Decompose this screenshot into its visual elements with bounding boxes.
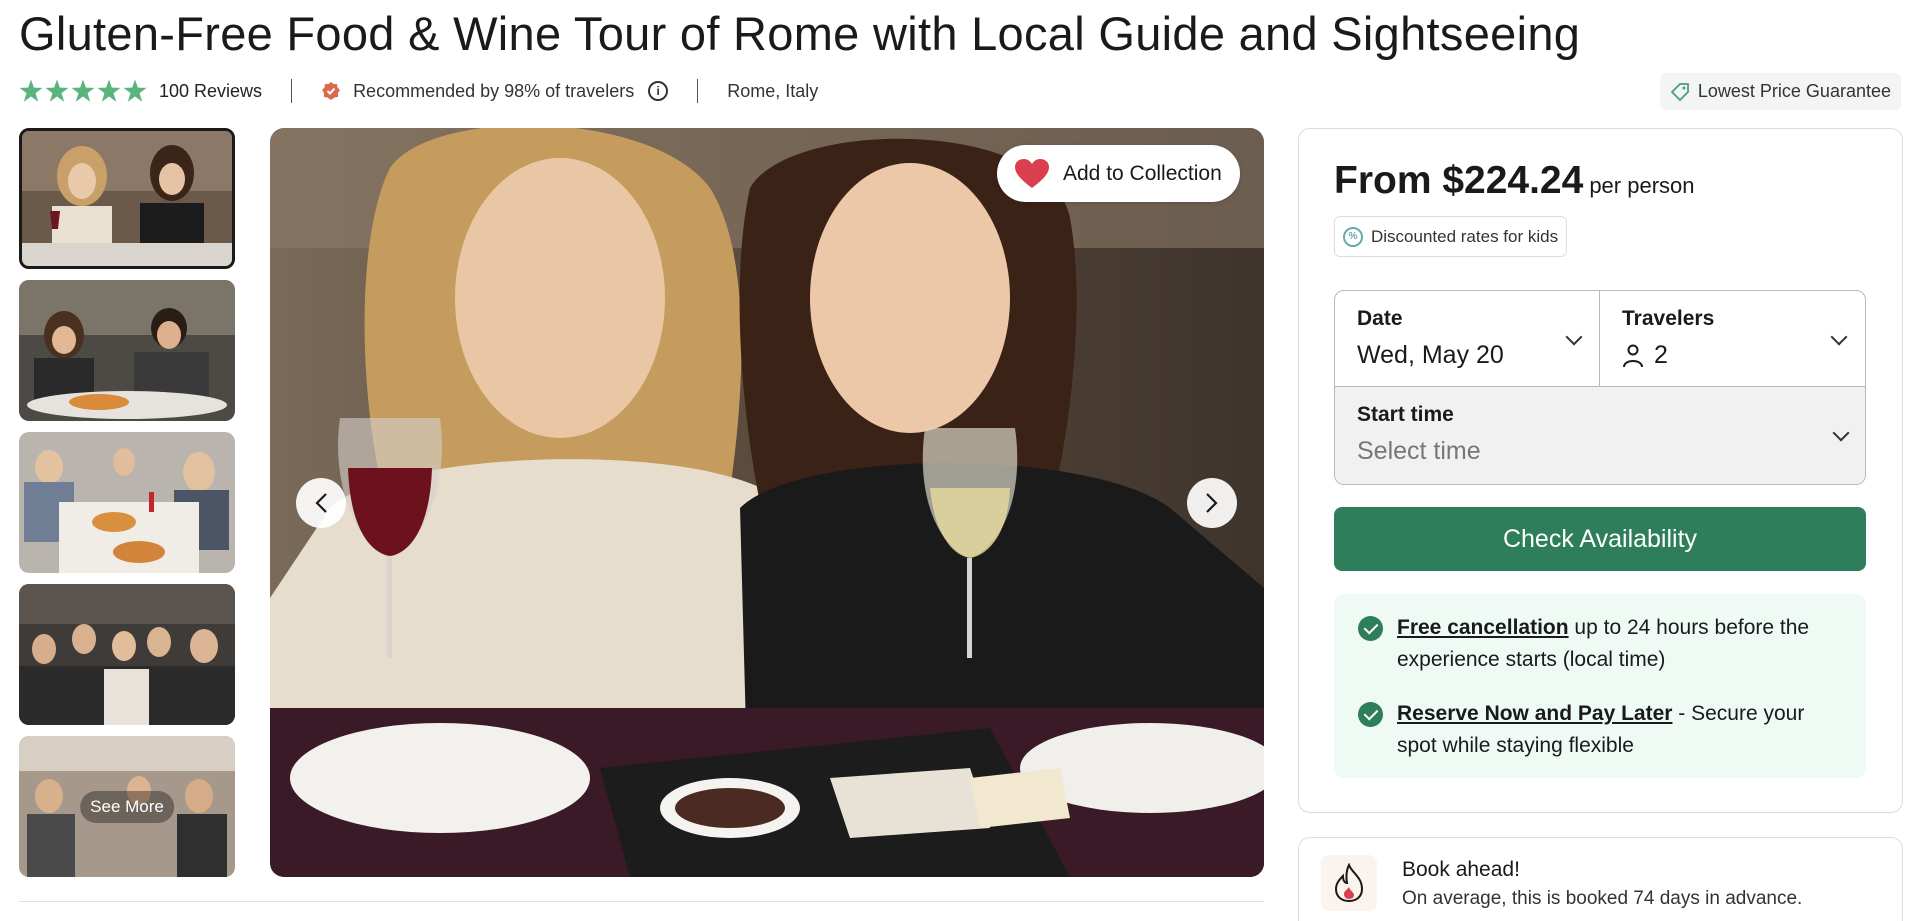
thumbnail-image xyxy=(22,131,232,266)
check-circle-icon xyxy=(1358,702,1383,727)
kids-discount-badge: % Discounted rates for kids xyxy=(1334,216,1568,257)
star-icon xyxy=(123,79,147,102)
rating-stars[interactable] xyxy=(19,79,147,103)
travelers-picker[interactable]: Travelers 2 xyxy=(1600,291,1865,387)
fire-icon xyxy=(1321,855,1377,911)
kids-discount-label: Discounted rates for kids xyxy=(1371,226,1559,246)
perk-free-cancellation: Free cancellation up to 24 hours before … xyxy=(1358,612,1848,676)
date-picker[interactable]: Date Wed, May 20 xyxy=(1335,291,1600,387)
start-time-value: Select time xyxy=(1357,437,1481,465)
star-icon xyxy=(71,79,95,102)
perks-box: Free cancellation up to 24 hours before … xyxy=(1334,594,1866,778)
thumbnail-3[interactable] xyxy=(19,432,235,573)
book-ahead-text: On average, this is booked 74 days in ad… xyxy=(1402,888,1803,909)
thumbnail-1[interactable] xyxy=(19,128,235,269)
star-icon xyxy=(97,79,121,102)
reserve-now-link[interactable]: Reserve Now and Pay Later xyxy=(1397,702,1672,725)
add-to-collection-label: Add to Collection xyxy=(1063,161,1222,185)
perk-text: Free cancellation up to 24 hours before … xyxy=(1397,612,1848,676)
next-photo-button[interactable] xyxy=(1187,478,1237,528)
thumbnail-image xyxy=(19,432,235,573)
see-more-button[interactable]: See More xyxy=(80,790,174,823)
price-per-person: per person xyxy=(1589,173,1695,198)
perk-text: Reserve Now and Pay Later - Secure your … xyxy=(1397,698,1848,762)
date-value: Wed, May 20 xyxy=(1357,341,1504,369)
main-photo-image xyxy=(270,128,1264,877)
thumbnail-4[interactable] xyxy=(19,584,235,725)
person-icon xyxy=(1623,344,1643,367)
badge-icon xyxy=(322,82,341,100)
divider xyxy=(19,901,1264,902)
booking-picker: Date Wed, May 20 Travelers 2 Start time … xyxy=(1334,290,1866,485)
thumbnail-list: See More xyxy=(19,128,235,888)
travelers-value-row: 2 xyxy=(1622,341,1845,370)
thumbnail-5[interactable]: See More xyxy=(19,736,235,877)
page-title: Gluten-Free Food & Wine Tour of Rome wit… xyxy=(19,7,1581,60)
reviews-link[interactable]: 100 Reviews xyxy=(159,81,262,102)
info-icon[interactable]: i xyxy=(648,81,669,101)
star-icon xyxy=(19,79,43,102)
travelers-value: 2 xyxy=(1654,341,1668,369)
thumbnail-image xyxy=(19,584,235,725)
meta-row: 100 Reviews Recommended by 98% of travel… xyxy=(19,79,818,103)
lowest-price-guarantee[interactable]: Lowest Price Guarantee xyxy=(1659,73,1901,110)
chevron-left-icon xyxy=(315,493,327,513)
free-cancellation-link[interactable]: Free cancellation xyxy=(1397,616,1569,639)
perk-reserve-now: Reserve Now and Pay Later - Secure your … xyxy=(1358,698,1848,762)
check-circle-icon xyxy=(1358,616,1383,641)
booking-panel: From $224.24 per person % Discounted rat… xyxy=(1298,128,1903,813)
price-row: From $224.24 per person xyxy=(1334,159,1695,203)
tag-icon xyxy=(1670,82,1689,101)
travelers-label: Travelers xyxy=(1622,307,1715,330)
recommended-text: Recommended by 98% of travelers xyxy=(353,80,635,101)
start-time-label: Start time xyxy=(1357,403,1454,426)
previous-photo-button[interactable] xyxy=(296,478,346,528)
date-label: Date xyxy=(1357,307,1403,330)
thumbnail-image xyxy=(19,280,235,421)
check-availability-button[interactable]: Check Availability xyxy=(1334,507,1866,571)
heart-icon xyxy=(1015,158,1049,188)
add-to-collection-button[interactable]: Add to Collection xyxy=(997,145,1240,202)
book-ahead-card: Book ahead! On average, this is booked 7… xyxy=(1298,837,1903,921)
guarantee-label: Lowest Price Guarantee xyxy=(1697,81,1891,101)
divider xyxy=(291,79,293,103)
price-from: From $224.24 xyxy=(1334,159,1584,202)
discount-icon: % xyxy=(1343,226,1363,247)
main-photo[interactable] xyxy=(270,128,1264,877)
book-ahead-title: Book ahead! xyxy=(1402,858,1520,881)
star-icon xyxy=(45,79,69,102)
chevron-right-icon xyxy=(1206,493,1218,513)
thumbnail-2[interactable] xyxy=(19,280,235,421)
divider xyxy=(697,79,699,103)
start-time-picker[interactable]: Start time Select time xyxy=(1335,387,1865,484)
location-link[interactable]: Rome, Italy xyxy=(727,81,818,102)
